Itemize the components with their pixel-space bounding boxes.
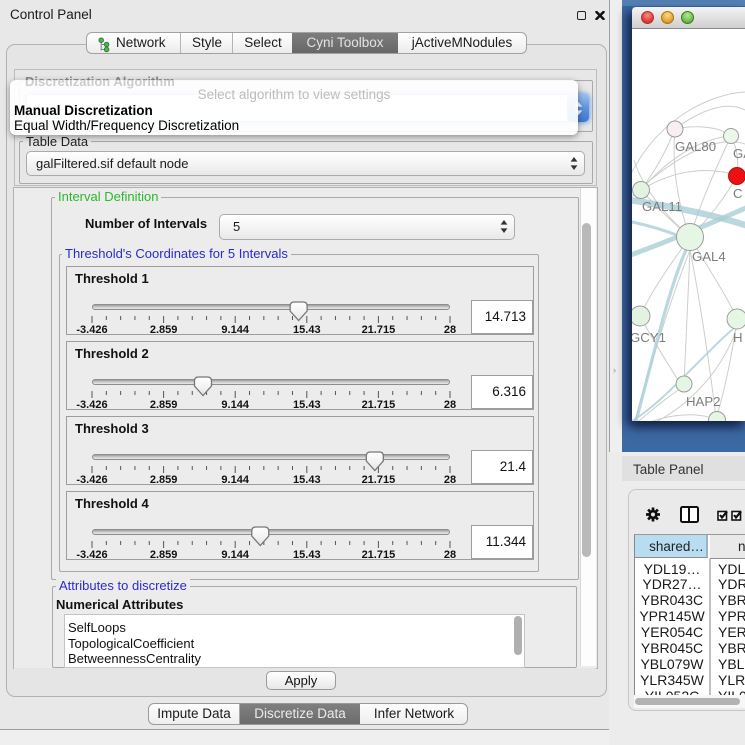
svg-text:GCY1: GCY1 (632, 330, 666, 345)
svg-text:GA: GA (733, 146, 745, 161)
svg-text:C: C (733, 186, 743, 201)
svg-text:GAL11: GAL11 (642, 199, 682, 214)
svg-text:H: H (733, 330, 743, 345)
svg-text:GAL4: GAL4 (692, 249, 726, 264)
svg-text:GAL80: GAL80 (675, 139, 716, 154)
svg-text:HAP2: HAP2 (686, 394, 720, 409)
